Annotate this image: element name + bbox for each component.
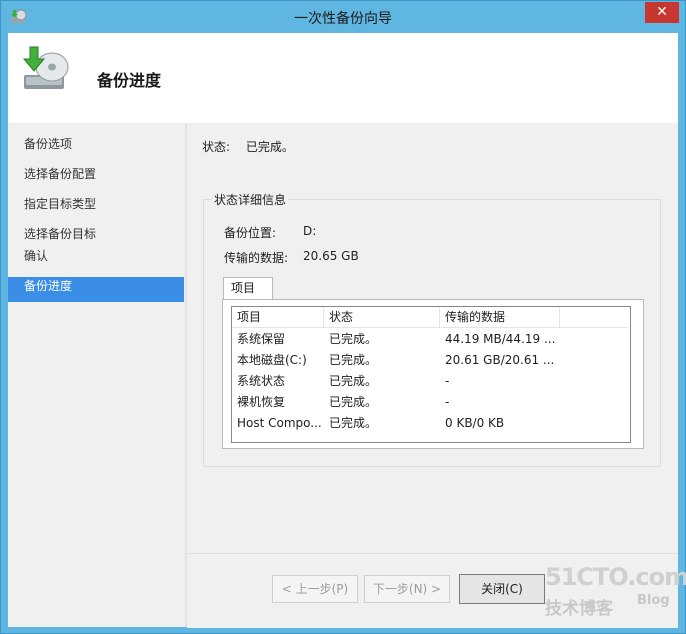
- step-confirm[interactable]: 确认: [8, 247, 184, 269]
- cell-transferred: -: [445, 395, 450, 409]
- cell-status: 已完成。: [329, 353, 378, 367]
- table-row[interactable]: 裸机恢复 已完成。 -: [232, 392, 628, 413]
- step-destination-type[interactable]: 指定目标类型: [8, 195, 184, 217]
- close-button[interactable]: 关闭(C): [459, 574, 545, 604]
- window-title: 一次性备份向导: [294, 11, 392, 27]
- cell-item: Host Compo...: [237, 416, 322, 430]
- column-header-status[interactable]: 状态: [324, 307, 440, 327]
- column-header-item[interactable]: 项目: [232, 307, 324, 327]
- status-row: 状态: 已完成。: [202, 138, 294, 155]
- wizard-header: 备份进度: [8, 33, 678, 123]
- table-row[interactable]: Host Compo... 已完成。 0 KB/0 KB: [232, 413, 628, 434]
- close-window-button[interactable]: ✕: [645, 2, 679, 23]
- group-title: 状态详细信息: [212, 191, 289, 208]
- backup-location-label: 备份位置:: [224, 226, 277, 240]
- status-details-group: 状态详细信息 备份位置: D: 传输的数据: 20.65 GB 项目 项目 状态…: [203, 191, 661, 467]
- tab-items[interactable]: 项目: [223, 277, 273, 300]
- items-tab-panel: 项目 状态 传输的数据 系统保留 已完成。 44.19 MB/44.19 ...…: [222, 299, 644, 449]
- step-select-destination[interactable]: 选择备份目标: [8, 225, 184, 247]
- table-row[interactable]: 系统状态 已完成。 -: [232, 371, 628, 392]
- status-label: 状态:: [202, 140, 231, 154]
- status-value: 已完成。: [245, 140, 294, 154]
- title-bar[interactable]: 一次性备份向导 ✕: [1, 1, 685, 33]
- transferred-data-label: 传输的数据:: [224, 251, 289, 265]
- watermark-sub: 技术博客: [545, 599, 613, 619]
- backup-location-value: D:: [303, 224, 317, 238]
- page-title: 备份进度: [97, 71, 162, 90]
- cell-transferred: 20.61 GB/20.61 ...: [445, 353, 555, 367]
- cell-status: 已完成。: [329, 374, 378, 388]
- cell-status: 已完成。: [329, 332, 378, 346]
- wizard-client-area: 备份进度 备份选项 选择备份配置 指定目标类型 选择备份目标 确认 备份进度 状…: [8, 33, 678, 628]
- column-header-transferred[interactable]: 传输的数据: [440, 307, 560, 327]
- watermark-main: 51CTO.com: [545, 563, 686, 591]
- step-backup-options[interactable]: 备份选项: [8, 135, 184, 157]
- cell-transferred: -: [445, 374, 450, 388]
- cell-item: 本地磁盘(C:): [237, 353, 307, 367]
- watermark-blog: Blog: [637, 593, 670, 608]
- transferred-data-value: 20.65 GB: [303, 249, 359, 263]
- list-header: 项目 状态 传输的数据: [232, 307, 628, 328]
- wizard-steps-sidebar: 备份选项 选择备份配置 指定目标类型 选择备份目标 确认 备份进度: [8, 123, 185, 627]
- cell-transferred: 0 KB/0 KB: [445, 416, 505, 430]
- table-row[interactable]: 系统保留 已完成。 44.19 MB/44.19 ...: [232, 329, 628, 350]
- cell-status: 已完成。: [329, 416, 378, 430]
- cell-item: 裸机恢复: [237, 395, 286, 409]
- cell-status: 已完成。: [329, 395, 378, 409]
- watermark: 51CTO.com 技术博客 Blog: [541, 563, 686, 623]
- previous-button[interactable]: < 上一步(P): [272, 575, 358, 603]
- main-panel: 状态: 已完成。 状态详细信息 备份位置: D: 传输的数据: 20.65 GB…: [187, 123, 678, 553]
- next-button[interactable]: 下一步(N) >: [364, 575, 450, 603]
- cell-transferred: 44.19 MB/44.19 ...: [445, 332, 556, 346]
- step-backup-progress[interactable]: 备份进度: [8, 277, 184, 302]
- items-list[interactable]: 项目 状态 传输的数据 系统保留 已完成。 44.19 MB/44.19 ...…: [231, 306, 631, 443]
- cell-item: 系统状态: [237, 374, 286, 388]
- step-select-configuration[interactable]: 选择备份配置: [8, 165, 184, 187]
- close-icon: ✕: [656, 4, 668, 20]
- backup-disk-icon: [20, 45, 72, 95]
- table-row[interactable]: 本地磁盘(C:) 已完成。 20.61 GB/20.61 ...: [232, 350, 628, 371]
- cell-item: 系统保留: [237, 332, 286, 346]
- wizard-window: 一次性备份向导 ✕ 备份进度 备份选项 选择备份配置 指定目标类型 选择备份目标: [0, 0, 686, 634]
